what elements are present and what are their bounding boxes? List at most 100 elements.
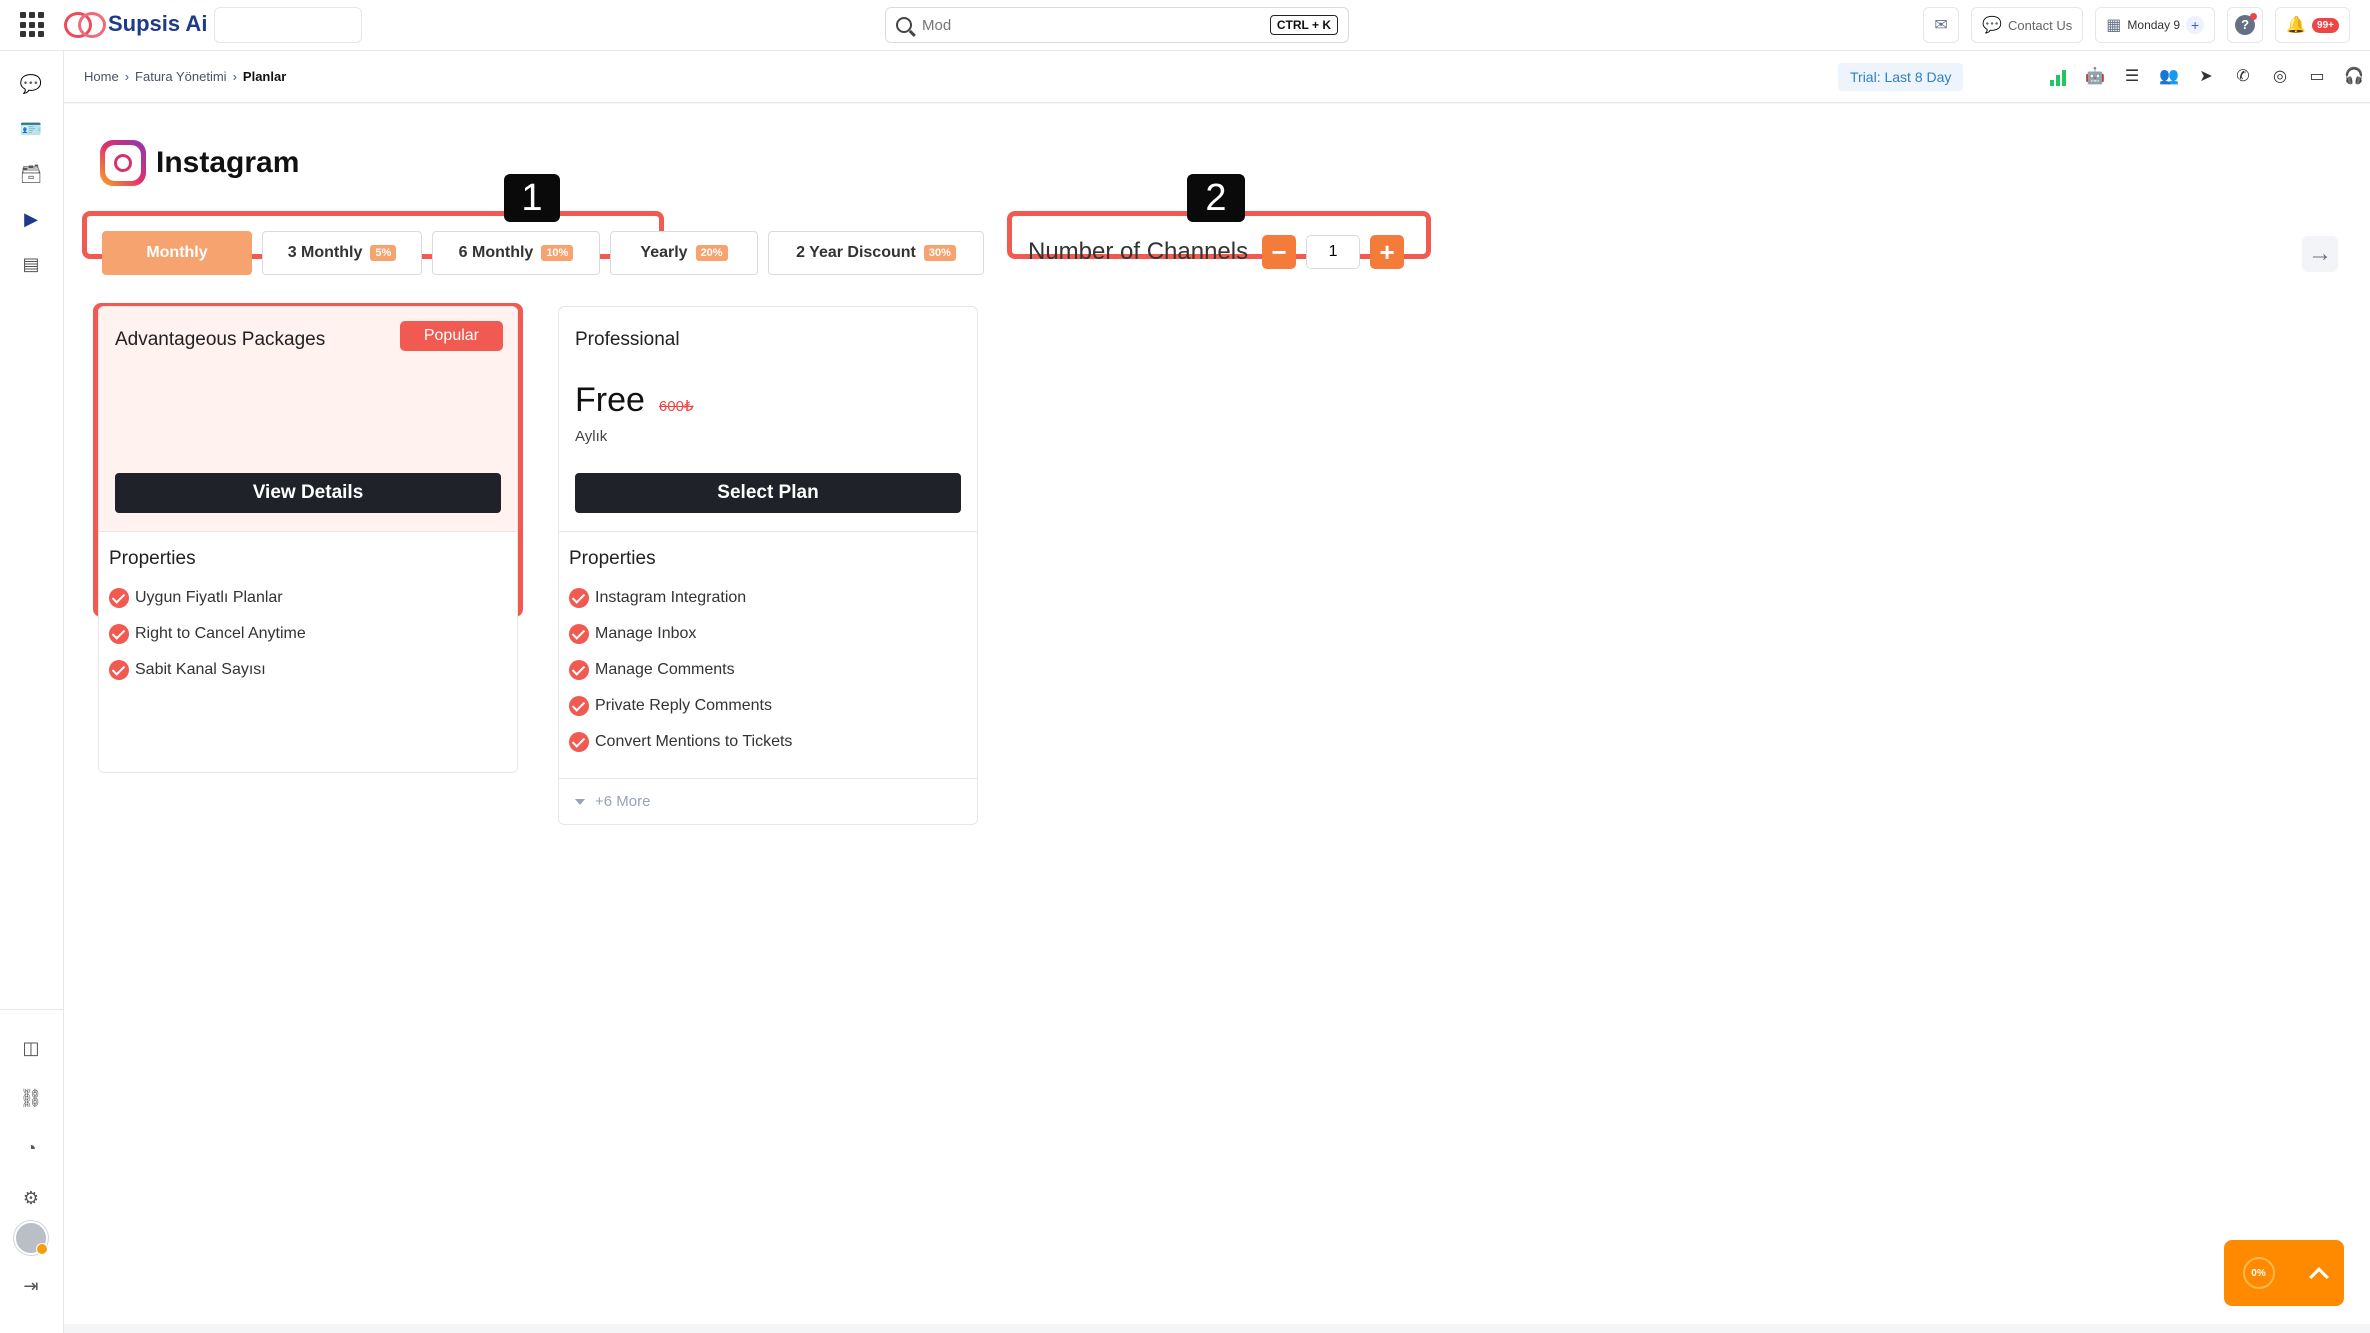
- calendar-button[interactable]: ▦ Monday 9 +: [2095, 7, 2216, 43]
- scroll-progress: 0%: [2242, 1257, 2275, 1289]
- workspace-selector[interactable]: [214, 7, 362, 43]
- archive-icon[interactable]: 🗃: [18, 161, 44, 187]
- check-circle-icon: [569, 732, 589, 752]
- apps-grid-icon[interactable]: [20, 12, 46, 38]
- more-label: +6 More: [595, 793, 651, 810]
- tab-label: 6 Monthly: [458, 244, 534, 261]
- tab-label: 3 Monthly: [287, 244, 363, 261]
- tab-label: Yearly: [640, 244, 688, 261]
- notifications-badge: 99+: [2312, 17, 2339, 33]
- chevron-up-icon: [2308, 1267, 2329, 1287]
- user-avatar[interactable]: [14, 1221, 48, 1255]
- app-name: Supsis Ai: [108, 11, 208, 36]
- add-event-icon[interactable]: +: [2186, 16, 2205, 34]
- property-label: Instagram Integration: [595, 589, 747, 606]
- search-icon: [896, 17, 912, 33]
- shortcut-hint: CTRL + K: [1269, 15, 1338, 35]
- billing-period: Aylık: [575, 428, 608, 445]
- signal-bars-icon[interactable]: [2048, 66, 2068, 86]
- property-label: Right to Cancel Anytime: [135, 625, 306, 642]
- channel-count-input[interactable]: [1306, 235, 1361, 269]
- channel-count-control: Number of Channels − +: [1028, 235, 1405, 269]
- annotation-number-2: 2: [1187, 174, 1245, 222]
- app-logo[interactable]: Supsis Ai: [64, 10, 207, 38]
- bot-icon[interactable]: 🤖: [2085, 66, 2105, 86]
- main-content: Instagram 1 Monthly 3 Monthly 5% 6 Month…: [64, 104, 2370, 1324]
- check-circle-icon: [569, 624, 589, 644]
- search-bar[interactable]: CTRL + K: [885, 7, 1349, 43]
- property-label: Manage Inbox: [595, 625, 697, 642]
- discount-badge: 30%: [923, 245, 956, 261]
- search-input[interactable]: [922, 16, 1270, 34]
- instagram-icon[interactable]: ◎: [2270, 66, 2290, 86]
- property-item: Private Reply Comments: [569, 688, 967, 724]
- tab-6-monthly[interactable]: 6 Monthly 10%: [432, 231, 600, 275]
- property-label: Convert Mentions to Tickets: [595, 733, 793, 750]
- breadcrumb: Home › Fatura Yönetimi › Planlar: [84, 69, 286, 84]
- increase-channels-button[interactable]: +: [1370, 235, 1405, 269]
- tab-3-monthly[interactable]: 3 Monthly 5%: [262, 231, 422, 275]
- inbox-button[interactable]: ✉: [1923, 7, 1960, 43]
- contacts-icon[interactable]: 🪪: [18, 116, 44, 142]
- channels-label: Number of Channels: [1028, 238, 1249, 265]
- discount-badge: 10%: [541, 245, 574, 261]
- annotation-number-1: 1: [504, 174, 560, 222]
- property-item: Instagram Integration: [569, 580, 967, 616]
- tab-yearly[interactable]: Yearly 20%: [610, 231, 758, 275]
- layout-icon[interactable]: ◫: [18, 1035, 44, 1061]
- tab-label: Monthly: [146, 244, 208, 261]
- top-bar: Supsis Ai CTRL + K ✉ 💬 Contact Us ▦ Mond…: [0, 0, 2370, 51]
- trial-badge[interactable]: Trial: Last 8 Day: [1838, 63, 1964, 91]
- hierarchy-icon[interactable]: ⛓: [18, 1085, 44, 1111]
- sub-header: Home › Fatura Yönetimi › Planlar Trial: …: [64, 51, 2370, 103]
- users-icon[interactable]: 👥: [2159, 66, 2179, 86]
- properties-section: Properties Instagram Integration Manage …: [559, 531, 977, 778]
- scroll-to-top-button[interactable]: 0%: [2224, 1240, 2344, 1306]
- billing-icon[interactable]: ▤: [18, 251, 44, 277]
- breadcrumb-billing[interactable]: Fatura Yönetimi: [135, 69, 227, 84]
- next-arrow-button[interactable]: →: [2302, 236, 2338, 272]
- history-icon[interactable]: ◔: [18, 1135, 44, 1161]
- message-icon[interactable]: ▭: [2307, 66, 2327, 86]
- breadcrumb-home[interactable]: Home: [84, 69, 119, 84]
- channel-icons: 🤖 ☰ 👥 ➤ ✆ ◎ ▭ 🎧 ❐: [2048, 66, 2370, 86]
- property-item: Right to Cancel Anytime: [109, 616, 507, 652]
- list-icon[interactable]: ☰: [2122, 66, 2142, 86]
- conversations-icon[interactable]: 💬: [18, 71, 44, 97]
- discount-badge: 5%: [370, 245, 397, 261]
- property-item: Manage Inbox: [569, 616, 967, 652]
- breadcrumb-current: Planlar: [242, 69, 287, 84]
- property-label: Manage Comments: [595, 661, 735, 678]
- tab-monthly[interactable]: Monthly: [102, 231, 252, 275]
- whatsapp-icon[interactable]: ✆: [2233, 66, 2253, 86]
- check-circle-icon: [109, 588, 129, 608]
- tab-2-year-discount[interactable]: 2 Year Discount 30%: [768, 231, 984, 275]
- play-icon[interactable]: ▶: [18, 206, 44, 232]
- telegram-icon[interactable]: ➤: [2196, 66, 2216, 86]
- notifications-button[interactable]: 🔔 99+: [2275, 7, 2350, 43]
- discount-badge: 20%: [695, 245, 728, 261]
- properties-title: Properties: [569, 548, 656, 569]
- settings-gear-icon[interactable]: ⚙: [18, 1185, 44, 1211]
- check-circle-icon: [569, 696, 589, 716]
- help-icon: ?: [2235, 13, 2258, 35]
- property-label: Sabit Kanal Sayısı: [135, 661, 266, 678]
- show-more-button[interactable]: +6 More: [559, 778, 977, 824]
- page-title: Instagram: [156, 146, 300, 179]
- plan-card-advantageous: Advantageous Packages Popular View Detai…: [98, 306, 518, 773]
- decrease-channels-button[interactable]: −: [1262, 235, 1297, 269]
- popular-badge: Popular: [399, 321, 503, 351]
- logout-icon[interactable]: ⇥: [18, 1273, 44, 1299]
- view-details-button[interactable]: View Details: [115, 473, 501, 513]
- top-actions: ✉ 💬 Contact Us ▦ Monday 9 + ? 🔔 99+: [1923, 7, 2350, 43]
- select-plan-button[interactable]: Select Plan: [575, 473, 961, 513]
- check-circle-icon: [109, 624, 129, 644]
- card-header: Advantageous Packages Popular View Detai…: [99, 307, 517, 531]
- sidebar: 💬 🪪 🗃 ▶ ▤ ◫ ⛓ ◔ ⚙ ⇥: [0, 51, 64, 1333]
- help-button[interactable]: ?: [2227, 7, 2264, 43]
- check-circle-icon: [569, 660, 589, 680]
- headset-icon[interactable]: 🎧: [2344, 66, 2364, 86]
- page-header: Instagram: [100, 140, 299, 186]
- contact-us-button[interactable]: 💬 Contact Us: [1971, 7, 2084, 43]
- check-circle-icon: [569, 588, 589, 608]
